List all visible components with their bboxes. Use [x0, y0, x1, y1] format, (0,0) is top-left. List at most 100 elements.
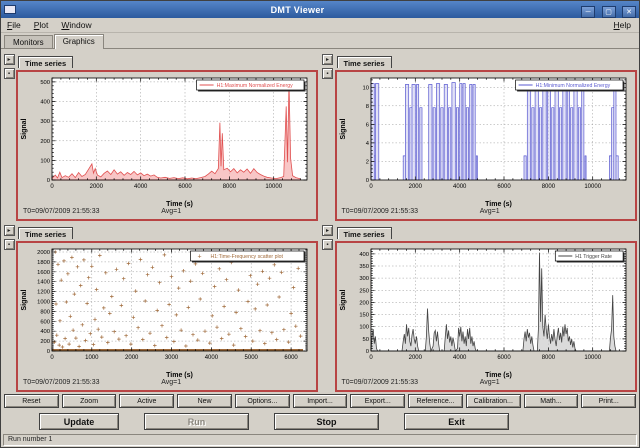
pane-group-top-right: ▸ ▪ Time series 020004000600080001000002…	[321, 51, 640, 222]
minimize-button[interactable]: ─	[581, 6, 595, 18]
pane-select-button[interactable]: ▪	[322, 239, 333, 250]
menu-plot[interactable]: Plot	[32, 19, 51, 31]
square-icon: ▪	[326, 242, 328, 248]
plot-pane-trigger-rate[interactable]: 0200040006000800010000050100150200250300…	[335, 241, 637, 392]
minimize-icon: ─	[586, 9, 591, 16]
x-axis-label: Time (s)	[166, 372, 193, 379]
svg-text:8: 8	[365, 104, 368, 110]
svg-text:200: 200	[40, 139, 50, 145]
math-button[interactable]: Math...	[524, 394, 579, 408]
import-button[interactable]: Import...	[293, 394, 348, 408]
pane-select-button[interactable]: ▪	[322, 68, 333, 79]
pane-expand-button[interactable]: ▸	[322, 225, 333, 236]
legend-label: H1:Minimum Normalized Energy	[535, 83, 610, 89]
plot-pane-max-energy[interactable]: 02000400060008000100000100200300400500Ti…	[16, 70, 318, 221]
dmt-viewer-window: DMT Viewer ─ ▢ ✕ File Plot Window Help M…	[0, 0, 640, 448]
pane-strip: ▸ ▪	[321, 224, 335, 393]
svg-text:200: 200	[359, 300, 369, 306]
menu-file[interactable]: File	[5, 19, 23, 31]
pane-tab[interactable]: Time series	[18, 56, 73, 68]
window-icon[interactable]	[4, 5, 16, 14]
svg-text:0: 0	[369, 355, 373, 361]
legend-label: H1 Trigger Rate	[575, 254, 612, 260]
status-bar: Run number 1	[1, 433, 639, 447]
svg-text:8000: 8000	[541, 184, 555, 190]
pane-expand-button[interactable]: ▸	[322, 54, 333, 65]
svg-text:400: 400	[40, 100, 50, 106]
pane-tab[interactable]: Time series	[337, 56, 392, 68]
pane-select-button[interactable]: ▪	[4, 68, 15, 79]
t0-label: T0=09/07/2009 21:55:33	[23, 208, 99, 215]
svg-text:300: 300	[359, 276, 369, 282]
new-button[interactable]: New	[177, 394, 232, 408]
export-button[interactable]: Export...	[350, 394, 405, 408]
svg-text:0: 0	[50, 184, 54, 190]
run-button[interactable]: Run	[144, 413, 249, 430]
options-button[interactable]: Options...	[235, 394, 290, 408]
y-axis-label: Signal	[340, 289, 347, 310]
print-button[interactable]: Print...	[581, 394, 636, 408]
titlebar[interactable]: DMT Viewer ─ ▢ ✕	[1, 1, 639, 18]
maximize-button[interactable]: ▢	[602, 6, 616, 18]
avg-label: Avg=1	[161, 379, 181, 386]
svg-text:10000: 10000	[265, 184, 282, 190]
square-icon: ▪	[8, 242, 10, 248]
stop-button[interactable]: Stop	[274, 413, 379, 430]
menu-window[interactable]: Window	[59, 19, 93, 31]
pane-footer: T0=09/07/2009 21:55:33 Avg=1	[342, 379, 630, 389]
pane-tab[interactable]: Time series	[18, 227, 73, 239]
pane-footer: T0=09/07/2009 21:55:33 Avg=1	[342, 208, 630, 218]
svg-text:1600: 1600	[37, 270, 50, 276]
svg-text:0: 0	[50, 355, 54, 361]
arrow-right-icon: ▸	[7, 57, 10, 63]
legend-label: H1:Maximum Normalized Energy	[217, 83, 294, 89]
svg-text:100: 100	[359, 325, 369, 331]
exit-button[interactable]: Exit	[404, 413, 509, 430]
t0-label: T0=09/07/2009 21:55:33	[342, 379, 418, 386]
svg-text:10000: 10000	[584, 184, 601, 190]
svg-text:2000: 2000	[125, 355, 139, 361]
chart-min-normalized-energy: 02000400060008000100000246810Time (s)Sig…	[338, 73, 634, 209]
svg-text:8000: 8000	[223, 184, 237, 190]
svg-text:100: 100	[40, 158, 50, 164]
svg-text:2000: 2000	[408, 184, 422, 190]
tab-graphics[interactable]: Graphics	[54, 34, 104, 49]
calibration-button[interactable]: Calibration...	[466, 394, 521, 408]
tab-monitors[interactable]: Monitors	[4, 35, 53, 48]
svg-text:0: 0	[47, 178, 50, 184]
pane-expand-button[interactable]: ▸	[4, 54, 15, 65]
reference-button[interactable]: Reference...	[408, 394, 463, 408]
x-axis-label: Time (s)	[485, 372, 512, 379]
svg-text:6000: 6000	[497, 184, 511, 190]
plot-pane-min-energy[interactable]: 02000400060008000100000246810Time (s)Sig…	[335, 70, 637, 221]
plot-area	[52, 78, 307, 180]
update-button[interactable]: Update	[39, 413, 119, 430]
pane-footer: T0=09/07/2009 21:55:33 Avg=1	[23, 208, 311, 218]
active-button[interactable]: Active	[119, 394, 174, 408]
svg-text:300: 300	[40, 119, 50, 125]
pane-expand-button[interactable]: ▸	[4, 225, 15, 236]
menubar: File Plot Window Help	[1, 18, 639, 33]
legend-label: H1:Time-Frequency scatter plot	[211, 254, 284, 260]
svg-text:8000: 8000	[541, 355, 555, 361]
close-button[interactable]: ✕	[622, 6, 636, 18]
svg-text:250: 250	[359, 288, 369, 294]
reset-button[interactable]: Reset	[4, 394, 59, 408]
menu-help[interactable]: Help	[612, 19, 633, 31]
plot-pane-time-frequency[interactable]: 0100020003000400050006000020040060080010…	[16, 241, 318, 392]
pane-tab[interactable]: Time series	[337, 227, 392, 239]
square-icon: ▪	[8, 71, 10, 77]
plot-grid: ▸ ▪ Time series 020004000600080001000001…	[1, 49, 639, 391]
arrow-right-icon: ▸	[7, 228, 10, 234]
pane-strip: ▸ ▪	[2, 224, 16, 393]
zoom-button[interactable]: Zoom	[62, 394, 117, 408]
pane-select-button[interactable]: ▪	[4, 239, 15, 250]
y-axis-label: Signal	[340, 118, 347, 139]
avg-label: Avg=1	[161, 208, 181, 215]
chart-time-frequency-scatter: 0100020003000400050006000020040060080010…	[19, 244, 315, 380]
pane-group-bottom-left: ▸ ▪ Time series 010002000300040005000600…	[2, 222, 321, 393]
svg-text:200: 200	[40, 339, 50, 345]
square-icon: ▪	[326, 71, 328, 77]
legend-marker: +	[197, 254, 201, 261]
svg-text:10: 10	[362, 85, 368, 91]
